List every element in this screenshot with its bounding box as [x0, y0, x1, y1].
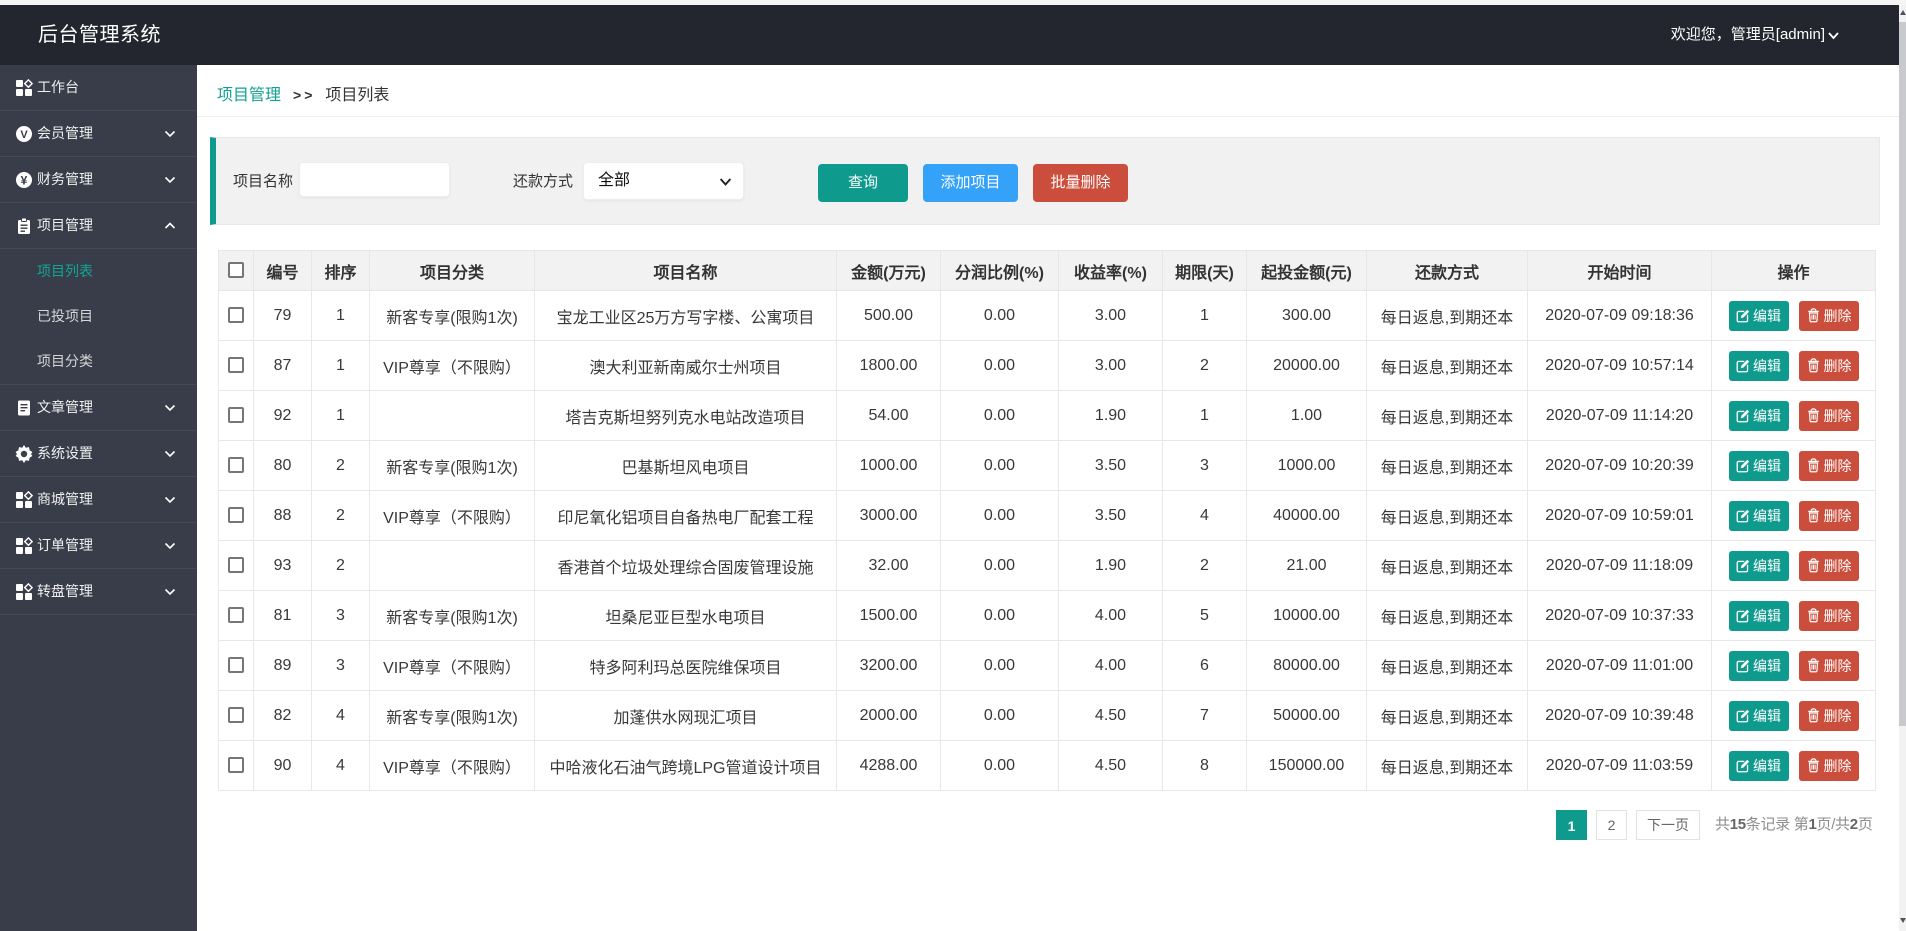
svg-text:V: V [20, 129, 28, 141]
svg-text:¥: ¥ [21, 173, 28, 187]
